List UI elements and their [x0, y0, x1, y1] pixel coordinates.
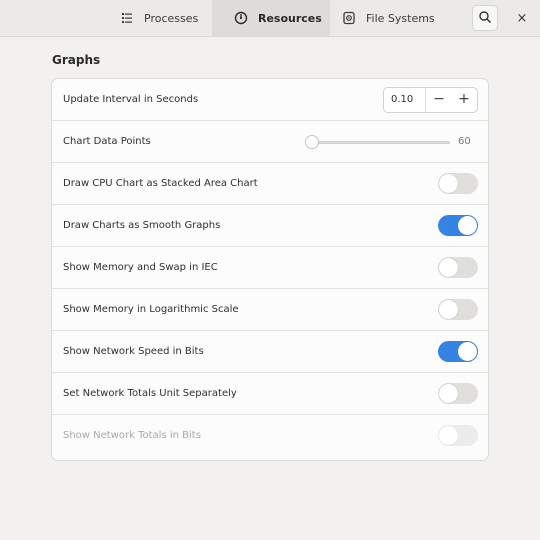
- gauge-icon: [234, 11, 248, 25]
- close-button[interactable]: ×: [512, 8, 532, 28]
- stacked-area-switch[interactable]: [438, 173, 478, 194]
- row-memory-log: Show Memory in Logarithmic Scale: [52, 289, 488, 331]
- close-icon: ×: [516, 10, 528, 26]
- header-bar: Processes Resources File Systems ×: [0, 0, 540, 37]
- row-chart-data-points: Chart Data Points 60: [52, 121, 488, 163]
- memory-log-label: Show Memory in Logarithmic Scale: [63, 304, 239, 315]
- memory-log-switch[interactable]: [438, 299, 478, 320]
- network-totals-unit-switch[interactable]: [438, 383, 478, 404]
- row-smooth-graphs: Draw Charts as Smooth Graphs: [52, 205, 488, 247]
- list-icon: [120, 11, 134, 25]
- chart-data-points-value: 60: [458, 136, 471, 147]
- update-interval-label: Update Interval in Seconds: [63, 94, 199, 105]
- search-icon: [478, 9, 492, 28]
- switch-knob: [439, 426, 458, 445]
- chart-data-points-label: Chart Data Points: [63, 136, 151, 147]
- tab-processes[interactable]: Processes: [106, 0, 212, 36]
- chart-data-points-slider-handle[interactable]: [305, 135, 319, 149]
- tab-resources-label: Resources: [258, 11, 322, 25]
- smooth-graphs-switch[interactable]: [438, 215, 478, 236]
- memory-iec-label: Show Memory and Swap in IEC: [63, 262, 218, 273]
- stacked-area-label: Draw CPU Chart as Stacked Area Chart: [63, 178, 258, 189]
- tab-resources[interactable]: Resources: [212, 0, 330, 36]
- network-bits-switch[interactable]: [438, 341, 478, 362]
- switch-knob: [439, 300, 458, 319]
- update-interval-spinbutton[interactable]: 0.10 − +: [383, 87, 478, 113]
- disk-icon: [342, 11, 356, 25]
- update-interval-value[interactable]: 0.10: [391, 88, 413, 112]
- row-network-totals-unit: Set Network Totals Unit Separately: [52, 373, 488, 415]
- row-network-totals-bits: Show Network Totals in Bits: [52, 415, 488, 457]
- chart-data-points-slider-track[interactable]: [312, 141, 450, 144]
- switch-knob: [439, 258, 458, 277]
- row-memory-iec: Show Memory and Swap in IEC: [52, 247, 488, 289]
- row-update-interval: Update Interval in Seconds 0.10 − +: [52, 79, 488, 121]
- decrement-button[interactable]: −: [425, 88, 452, 112]
- tab-file-systems-label: File Systems: [366, 11, 435, 25]
- row-stacked-area: Draw CPU Chart as Stacked Area Chart: [52, 163, 488, 205]
- increment-button[interactable]: +: [451, 88, 477, 112]
- network-totals-bits-label: Show Network Totals in Bits: [63, 430, 201, 441]
- network-totals-bits-switch: [438, 425, 478, 446]
- row-network-bits: Show Network Speed in Bits: [52, 331, 488, 373]
- switch-knob: [458, 216, 477, 235]
- search-button[interactable]: [472, 5, 498, 31]
- switch-knob: [458, 342, 477, 361]
- graphs-settings-card: Update Interval in Seconds 0.10 − + Char…: [51, 78, 489, 461]
- network-totals-unit-label: Set Network Totals Unit Separately: [63, 388, 237, 399]
- tab-processes-label: Processes: [144, 11, 199, 25]
- switch-knob: [439, 174, 458, 193]
- section-title: Graphs: [52, 53, 101, 67]
- memory-iec-switch[interactable]: [438, 257, 478, 278]
- switch-knob: [439, 384, 458, 403]
- network-bits-label: Show Network Speed in Bits: [63, 346, 204, 357]
- tab-file-systems[interactable]: File Systems: [330, 0, 448, 36]
- smooth-graphs-label: Draw Charts as Smooth Graphs: [63, 220, 221, 231]
